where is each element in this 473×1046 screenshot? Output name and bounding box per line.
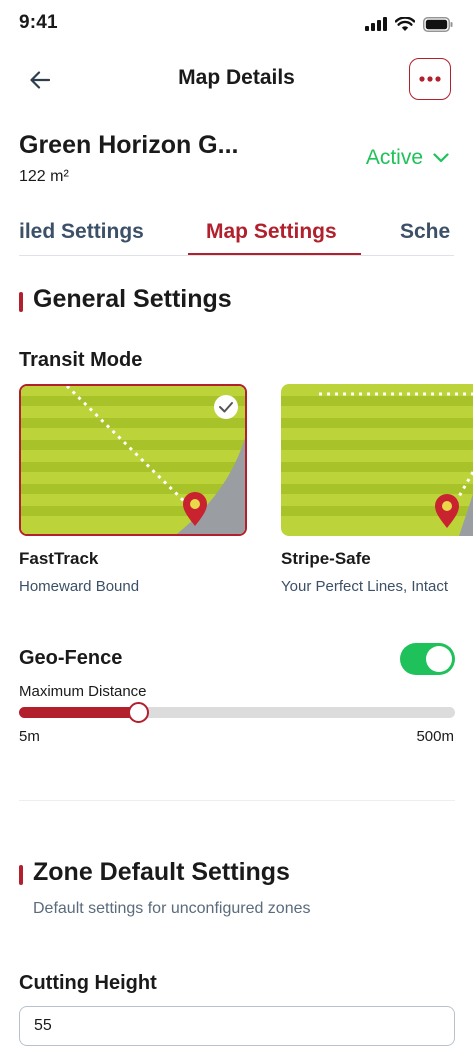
status-time: 9:41 bbox=[19, 12, 58, 33]
active-tab-indicator bbox=[188, 253, 361, 255]
cutting-height-label: Cutting Height bbox=[19, 972, 157, 994]
slider-thumb[interactable] bbox=[128, 702, 149, 723]
more-horizontal-icon bbox=[419, 76, 441, 82]
stripe-safe-map-illustration bbox=[281, 384, 473, 536]
transit-option-fasttrack[interactable] bbox=[19, 384, 247, 536]
fasttrack-subtitle: Homeward Bound bbox=[19, 578, 140, 595]
status-icons bbox=[365, 14, 453, 34]
geo-fence-label: Geo-Fence bbox=[19, 647, 123, 669]
fasttrack-map-illustration bbox=[21, 386, 245, 534]
zone-default-settings-heading: Zone Default Settings bbox=[33, 858, 290, 886]
map-name: Green Horizon G... bbox=[19, 131, 239, 159]
slider-min-label: 5m bbox=[19, 728, 40, 745]
fasttrack-title: FastTrack bbox=[19, 549, 99, 568]
wifi-icon bbox=[395, 16, 415, 31]
tab-schedule[interactable]: Sche bbox=[400, 220, 450, 244]
cellular-signal-icon bbox=[365, 17, 387, 31]
cutting-height-input[interactable] bbox=[19, 1006, 455, 1046]
transit-option-stripe-safe[interactable] bbox=[281, 384, 473, 536]
stripe-safe-title: Stripe-Safe bbox=[281, 549, 371, 568]
tab-bar: iled Settings Map Settings Sche bbox=[0, 214, 473, 256]
status-value: Active bbox=[365, 146, 423, 169]
transit-mode-label: Transit Mode bbox=[19, 349, 143, 371]
section-divider bbox=[19, 800, 455, 801]
map-area: 122 m² bbox=[19, 168, 69, 185]
status-dropdown[interactable]: Active bbox=[366, 146, 449, 170]
general-settings-heading: General Settings bbox=[33, 285, 232, 313]
page-title: Map Details bbox=[178, 66, 295, 89]
section-accent-bar bbox=[19, 865, 23, 885]
slider-max-label: 500m bbox=[416, 728, 454, 745]
max-distance-label: Maximum Distance bbox=[19, 683, 147, 700]
tab-map-settings[interactable]: Map Settings bbox=[206, 220, 337, 244]
battery-icon bbox=[423, 16, 453, 32]
slider-fill bbox=[19, 707, 139, 718]
max-distance-slider[interactable] bbox=[19, 707, 455, 718]
tab-detailed-settings[interactable]: iled Settings bbox=[19, 220, 144, 244]
chevron-down-icon bbox=[433, 153, 449, 163]
tab-divider bbox=[19, 255, 454, 256]
section-accent-bar bbox=[19, 292, 23, 312]
more-options-button[interactable] bbox=[409, 58, 451, 100]
stripe-safe-subtitle: Your Perfect Lines, Intact bbox=[281, 578, 449, 595]
zone-default-description: Default settings for unconfigured zones bbox=[33, 900, 311, 917]
toggle-knob bbox=[426, 646, 452, 672]
geo-fence-toggle[interactable] bbox=[400, 643, 455, 675]
